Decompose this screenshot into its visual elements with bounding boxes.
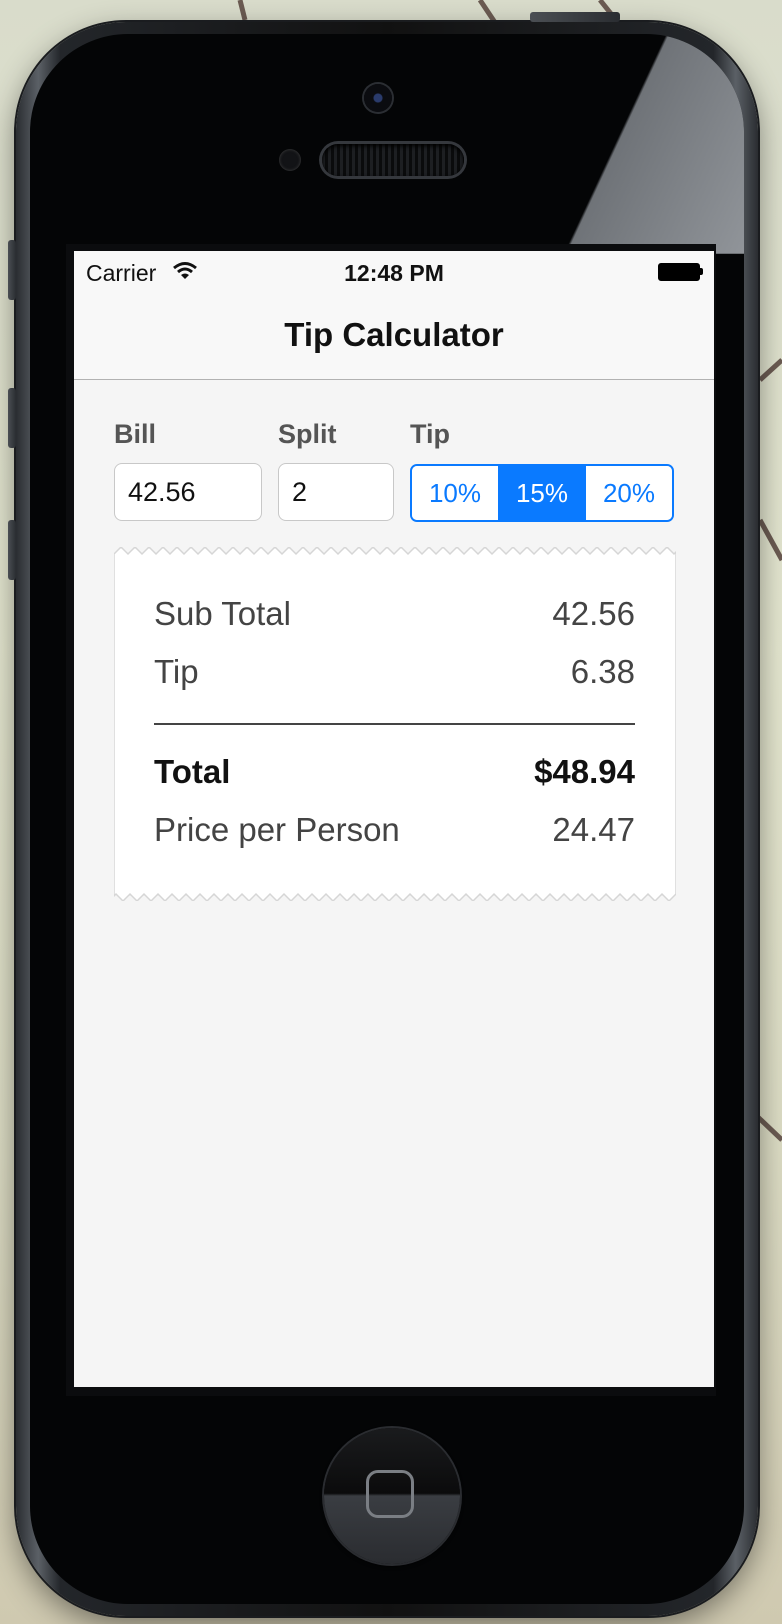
home-square-icon [366,1470,414,1518]
split-label: Split [278,419,337,449]
earpiece-speaker [322,144,464,176]
battery-tip [700,268,703,275]
tip-option-10[interactable]: 10% [412,466,498,520]
tip-label: Tip [410,419,450,449]
tip-option-20[interactable]: 20% [585,466,672,520]
home-button[interactable] [324,1428,460,1564]
bill-label: Bill [114,419,157,449]
navigation-bar: Tip Calculator [74,291,714,380]
per-person-label: Price per Person [154,811,400,848]
total-label: Total [154,753,231,790]
battery-fill [658,263,700,281]
tip-segmented-control: 10% 15% 20% [410,464,674,522]
app-screen: Carrier 12:48 PM Tip Calculator Bill Spl… [74,251,714,1387]
volume-up-button [8,388,16,448]
page-title: Tip Calculator [284,316,504,353]
receipt-card: Sub Total 42.56 Tip 6.38 Total $48.94 Pr… [114,547,676,901]
volume-down-button [8,520,16,580]
split-input[interactable]: 2 [278,463,394,521]
battery-icon [658,263,703,281]
status-time: 12:48 PM [344,260,444,286]
total-value: $48.94 [534,753,635,790]
subtotal-label: Sub Total [154,595,291,632]
tip-amount-label: Tip [154,653,199,690]
power-button [530,12,620,22]
proximity-sensor [279,149,301,171]
per-person-value: 24.47 [552,811,635,848]
bill-input[interactable]: 42.56 [114,463,262,521]
mute-switch [8,240,16,300]
receipt-divider [154,723,635,725]
tip-option-15[interactable]: 15% [498,466,585,520]
subtotal-value: 42.56 [552,595,635,632]
front-camera [364,84,392,112]
status-bar: Carrier 12:48 PM [74,251,714,291]
tip-amount-value: 6.38 [570,653,635,690]
